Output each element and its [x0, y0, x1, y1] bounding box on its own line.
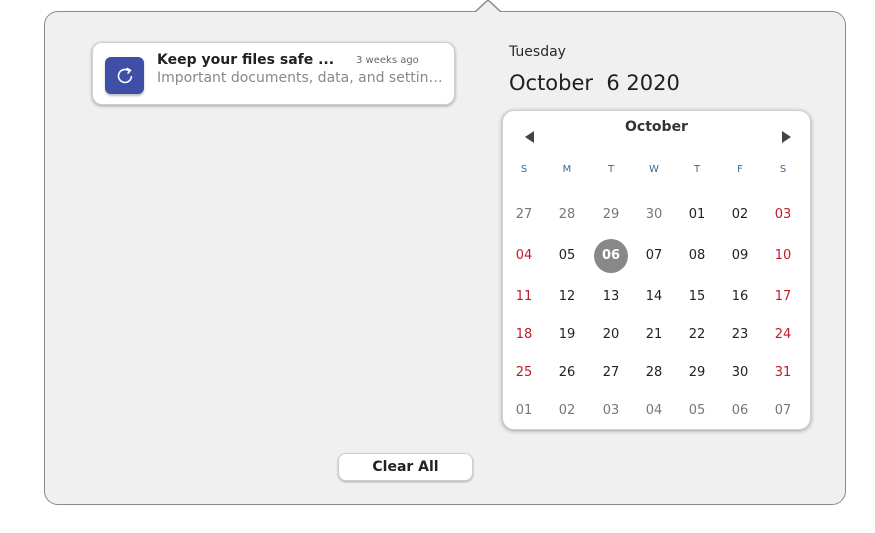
calendar-day[interactable]: 17: [766, 280, 800, 314]
calendar-day[interactable]: 30: [637, 198, 671, 232]
calendar-day[interactable]: 07: [637, 239, 671, 273]
weekday-header: T: [607, 164, 615, 175]
weekday-header: S: [520, 164, 528, 175]
calendar-day[interactable]: 23: [723, 318, 757, 352]
sync-icon: [105, 57, 144, 94]
weekday-name: Tuesday: [509, 44, 566, 60]
calendar-day[interactable]: 13: [594, 280, 628, 314]
calendar-widget: October S M T W T F S 27 28 29 30 01 02 03 04 05 06 07 08 0…: [502, 110, 811, 430]
current-date: October 6 2020: [509, 71, 680, 95]
calendar-day[interactable]: 06: [723, 394, 757, 428]
calendar-day[interactable]: 03: [766, 198, 800, 232]
weekday-header: T: [693, 164, 701, 175]
notification-popover: Keep your files safe ... 3 weeks ago Imp…: [44, 0, 846, 505]
calendar-day[interactable]: 07: [766, 394, 800, 428]
calendar-day[interactable]: 03: [594, 394, 628, 428]
calendar-day[interactable]: 25: [507, 356, 541, 390]
calendar-day[interactable]: 10: [766, 239, 800, 273]
calendar-day[interactable]: 28: [637, 356, 671, 390]
calendar-day[interactable]: 15: [680, 280, 714, 314]
calendar-day[interactable]: 28: [550, 198, 584, 232]
calendar-day[interactable]: 08: [680, 239, 714, 273]
calendar-day[interactable]: 01: [507, 394, 541, 428]
weekday-header: M: [562, 164, 572, 175]
calendar-day[interactable]: 27: [594, 356, 628, 390]
weekday-header: S: [779, 164, 787, 175]
calendar-day[interactable]: 01: [680, 198, 714, 232]
calendar-day[interactable]: 02: [723, 198, 757, 232]
calendar-month-title: October: [625, 119, 688, 135]
weekday-header: F: [737, 164, 743, 175]
notification-title: Keep your files safe ...: [157, 52, 335, 68]
weekday-header: W: [649, 164, 659, 175]
calendar-day[interactable]: 29: [594, 198, 628, 232]
calendar-day[interactable]: 06: [594, 239, 628, 273]
calendar-day[interactable]: 14: [637, 280, 671, 314]
calendar-day[interactable]: 27: [507, 198, 541, 232]
calendar-day[interactable]: 05: [550, 239, 584, 273]
notification-card[interactable]: Keep your files safe ... 3 weeks ago Imp…: [92, 42, 455, 105]
calendar-day[interactable]: 16: [723, 280, 757, 314]
triangle-right-icon[interactable]: [782, 131, 791, 143]
calendar-day[interactable]: 30: [723, 356, 757, 390]
calendar-day[interactable]: 24: [766, 318, 800, 352]
calendar-day[interactable]: 22: [680, 318, 714, 352]
calendar-day[interactable]: 20: [594, 318, 628, 352]
calendar-day[interactable]: 02: [550, 394, 584, 428]
calendar-day[interactable]: 26: [550, 356, 584, 390]
calendar-day[interactable]: 18: [507, 318, 541, 352]
calendar-day[interactable]: 29: [680, 356, 714, 390]
calendar-day[interactable]: 04: [507, 239, 541, 273]
calendar-day[interactable]: 04: [637, 394, 671, 428]
calendar-day[interactable]: 12: [550, 280, 584, 314]
calendar-day[interactable]: 11: [507, 280, 541, 314]
calendar-day[interactable]: 31: [766, 356, 800, 390]
clear-all-button[interactable]: Clear All: [338, 453, 473, 481]
calendar-day[interactable]: 09: [723, 239, 757, 273]
notification-time: 3 weeks ago: [356, 55, 419, 66]
calendar-day[interactable]: 21: [637, 318, 671, 352]
calendar-day[interactable]: 05: [680, 394, 714, 428]
calendar-day[interactable]: 19: [550, 318, 584, 352]
notification-body: Important documents, data, and settings …: [157, 70, 447, 86]
